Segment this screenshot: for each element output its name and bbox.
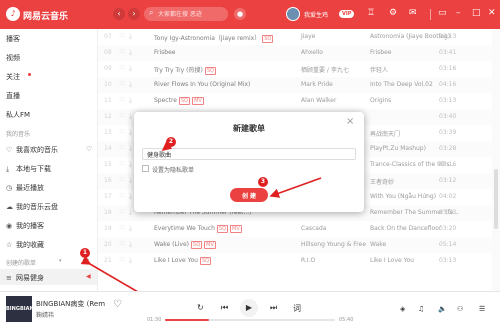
- playing-icon: ◀: [86, 273, 91, 280]
- shirt-icon[interactable]: ♖: [367, 8, 375, 18]
- search-icon: ⌕: [149, 8, 154, 17]
- heart-icon: ♡: [6, 146, 13, 154]
- created-playlists-heading: 创建的歌单: [6, 260, 37, 267]
- sidebar-item-liked[interactable]: ♡ 我喜欢的音乐: [6, 145, 58, 155]
- annotation-badge-1: 1: [80, 248, 90, 258]
- sound-effect-icon[interactable]: ♫: [418, 305, 424, 313]
- scrollbar[interactable]: [492, 29, 500, 291]
- sidebar-item-local[interactable]: ⤓ 本地与下载: [6, 164, 51, 174]
- sidebar-item-cloud[interactable]: ☁ 我的音乐云盘: [6, 202, 58, 212]
- chevron-down-icon[interactable]: ▾: [59, 258, 62, 264]
- new-playlist-dialog: 新建歌单 × 设置为隐私歌单 创 建: [134, 112, 364, 212]
- mail-icon[interactable]: ✉: [409, 8, 417, 18]
- podcast-icon: ◉: [6, 222, 13, 230]
- sidebar-item-label: 我喜欢的音乐: [16, 146, 58, 154]
- dialog-title: 新建歌单: [233, 124, 265, 133]
- clock-icon: ◷: [6, 184, 13, 192]
- playlist-queue-icon[interactable]: ☰: [479, 305, 485, 313]
- loop-icon[interactable]: ↻: [197, 303, 204, 312]
- sidebar-item-label: 网易健身: [16, 274, 44, 282]
- search-box[interactable]: ⌕: [144, 7, 228, 21]
- mic-icon[interactable]: ●: [234, 8, 246, 20]
- scrollbar-thumb[interactable]: [494, 169, 498, 229]
- my-music-heading: 我的音乐: [6, 131, 31, 138]
- listen-together-icon[interactable]: ⚇: [457, 305, 463, 313]
- gear-icon[interactable]: ⚙: [389, 8, 397, 18]
- sidebar-item-label: 我的收藏: [16, 241, 44, 249]
- previous-icon[interactable]: ⏮: [221, 303, 228, 313]
- privacy-checkbox[interactable]: [142, 165, 149, 172]
- username[interactable]: 我爱生鸡: [304, 10, 328, 19]
- heartbeat-mode-icon[interactable]: ♡: [86, 145, 92, 153]
- next-icon[interactable]: ⏭: [270, 303, 277, 313]
- current-time: 01:30: [147, 317, 162, 323]
- player-bar: BINGBIAN BINGBIAN病变 (Rem 鞠婧祎 ♡ ↻ ⏮ ▶ ⏭ 词…: [0, 291, 500, 327]
- now-playing-title[interactable]: BINGBIAN病变 (Rem: [36, 299, 105, 309]
- lyrics-icon[interactable]: 词: [293, 303, 301, 314]
- sidebar-item-fm[interactable]: 私人FM: [6, 110, 30, 120]
- notification-dot: [28, 73, 31, 76]
- title-bar: ♪ 网易云音乐 ‹ › ⌕ ● 我爱生鸡 VIP ♖ ⚙ ✉ ▭ – □ ✕: [0, 0, 500, 29]
- back-icon[interactable]: ‹: [113, 8, 125, 20]
- sidebar-item-collection[interactable]: ☆ 我的收藏: [6, 240, 44, 250]
- annotation-badge-3: 3: [258, 177, 268, 187]
- close-icon[interactable]: ×: [346, 116, 354, 127]
- maximize-icon[interactable]: □: [472, 8, 481, 18]
- avatar[interactable]: [286, 7, 300, 21]
- download-icon: ⤓: [6, 165, 10, 173]
- total-time: 05:40: [339, 317, 354, 323]
- progress-bar[interactable]: [165, 319, 335, 321]
- like-icon[interactable]: ♡: [113, 299, 122, 310]
- album-cover[interactable]: BINGBIAN: [6, 296, 34, 322]
- cloud-icon: ☁: [6, 203, 13, 211]
- sidebar-item-label: 我的音乐云盘: [16, 203, 58, 211]
- close-icon[interactable]: ✕: [488, 8, 496, 18]
- forward-icon[interactable]: ›: [128, 8, 140, 20]
- sidebar-item-recent[interactable]: ◷ 最近播放: [6, 183, 44, 193]
- app-title: 网易云音乐: [23, 12, 69, 22]
- playlist-icon: ≡: [6, 274, 12, 282]
- minimize-icon[interactable]: –: [456, 8, 461, 18]
- search-input[interactable]: [158, 9, 224, 19]
- sidebar-item-podcasts[interactable]: ◉ 我的播客: [6, 221, 44, 231]
- annotation-badge-2: 2: [166, 137, 176, 147]
- app-logo-icon: ♪: [6, 7, 20, 21]
- sidebar-item-label: 本地与下载: [16, 165, 51, 173]
- volume-icon[interactable]: 🔈: [438, 305, 447, 313]
- vip-badge[interactable]: VIP: [339, 10, 355, 18]
- divider: [430, 9, 431, 20]
- sidebar-item-follow[interactable]: 关注: [6, 72, 20, 82]
- privacy-checkbox-label: 设置为隐私歌单: [152, 167, 195, 174]
- quality-icon[interactable]: ◈: [400, 305, 405, 313]
- play-button[interactable]: ▶: [240, 299, 258, 317]
- mini-mode-icon[interactable]: ▭: [438, 8, 447, 18]
- star-icon: ☆: [6, 241, 13, 249]
- create-button[interactable]: 创 建: [230, 188, 268, 202]
- sidebar-item-label: 最近播放: [16, 184, 44, 192]
- sidebar-item-label: 我的播客: [16, 222, 44, 230]
- playlist-name-input[interactable]: [142, 148, 356, 160]
- sidebar-item-video[interactable]: 视频: [6, 53, 20, 63]
- sidebar-item-live[interactable]: 直播: [6, 91, 20, 101]
- sidebar-item-podcast[interactable]: 播客: [6, 34, 20, 44]
- sidebar-item-playlist[interactable]: ≡ 网易健身: [6, 273, 44, 283]
- progress-fill: [165, 319, 210, 321]
- now-playing-artist[interactable]: 鞠婧祎: [36, 310, 54, 319]
